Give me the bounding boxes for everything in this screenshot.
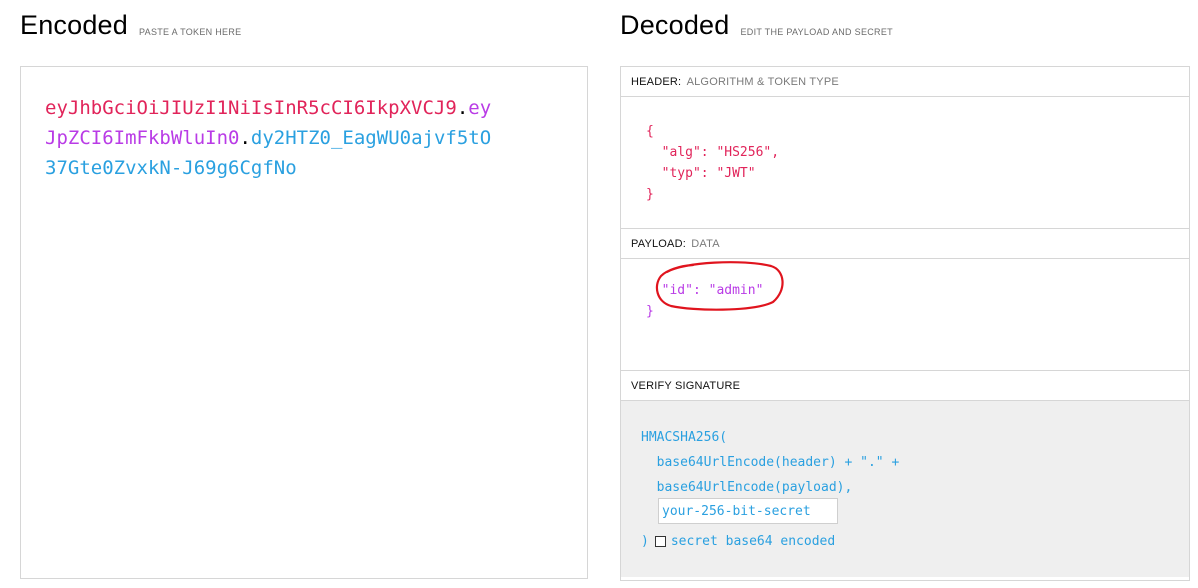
token-signature-part: 37Gte0ZvxkN-J69g6CgfNo [45, 157, 297, 179]
encoded-title: Encoded [20, 10, 128, 40]
token-header-part: eyJhbGciOiJIUzI1NiIsInR5cCI6IkpXVCJ9 [45, 97, 457, 119]
verify-section-label: VERIFY SIGNATURE [631, 380, 741, 392]
decoded-title: Decoded [620, 10, 730, 40]
decoded-panel: Decoded EDIT THE PAYLOAD AND SECRET HEAD… [620, 0, 1190, 581]
signature-close-row: ) secret base64 encoded [641, 529, 835, 554]
verify-section-heading: VERIFY SIGNATURE [621, 371, 1189, 401]
base64-encoded-checkbox[interactable] [654, 536, 666, 547]
token-payload-part: JpZCI6ImFkbWluIn0 [45, 127, 240, 149]
encoded-title-row: Encoded PASTE A TOKEN HERE [20, 0, 590, 66]
payload-json-editor[interactable]: "id": "admin" } [621, 259, 1189, 371]
verify-signature-body: HMACSHA256( base64UrlEncode(header) + ".… [621, 401, 1189, 577]
checkbox-label: secret base64 encoded [670, 534, 836, 549]
token-payload-part: ey [468, 97, 492, 119]
payload-section-heading: PAYLOAD: DATA [621, 229, 1189, 259]
encoded-subtitle: PASTE A TOKEN HERE [139, 27, 242, 37]
header-json-code[interactable]: { "alg": "HS256", "typ": "JWT" } [646, 121, 779, 205]
decoded-box: HEADER: ALGORITHM & TOKEN TYPE { "alg": … [620, 66, 1190, 581]
token-dot: . [456, 97, 469, 119]
secret-input[interactable] [658, 498, 838, 524]
token-signature-part: dy2HTZ0_EagWU0ajvf5tO [250, 127, 492, 149]
close-paren: ) [641, 534, 649, 549]
encoded-panel: Encoded PASTE A TOKEN HERE eyJhbGciOiJIU… [20, 0, 590, 579]
header-section-heading: HEADER: ALGORITHM & TOKEN TYPE [621, 67, 1189, 97]
decoded-title-row: Decoded EDIT THE PAYLOAD AND SECRET [620, 0, 1190, 66]
token-dot: . [239, 127, 251, 149]
encoded-token-text[interactable]: eyJhbGciOiJIUzI1NiIsInR5cCI6IkpXVCJ9.ey … [45, 93, 545, 183]
decoded-subtitle: EDIT THE PAYLOAD AND SECRET [740, 27, 893, 37]
header-section-label: HEADER: [631, 76, 682, 88]
header-section-sublabel: ALGORITHM & TOKEN TYPE [686, 76, 839, 88]
payload-section-label: PAYLOAD: [631, 238, 686, 250]
encoded-token-editor[interactable]: eyJhbGciOiJIUzI1NiIsInR5cCI6IkpXVCJ9.ey … [20, 66, 588, 579]
payload-section-sublabel: DATA [691, 238, 720, 250]
header-json-editor[interactable]: { "alg": "HS256", "typ": "JWT" } [621, 97, 1189, 229]
red-annotation-circle-icon [655, 261, 784, 311]
signature-formula: HMACSHA256( base64UrlEncode(header) + ".… [641, 430, 900, 495]
